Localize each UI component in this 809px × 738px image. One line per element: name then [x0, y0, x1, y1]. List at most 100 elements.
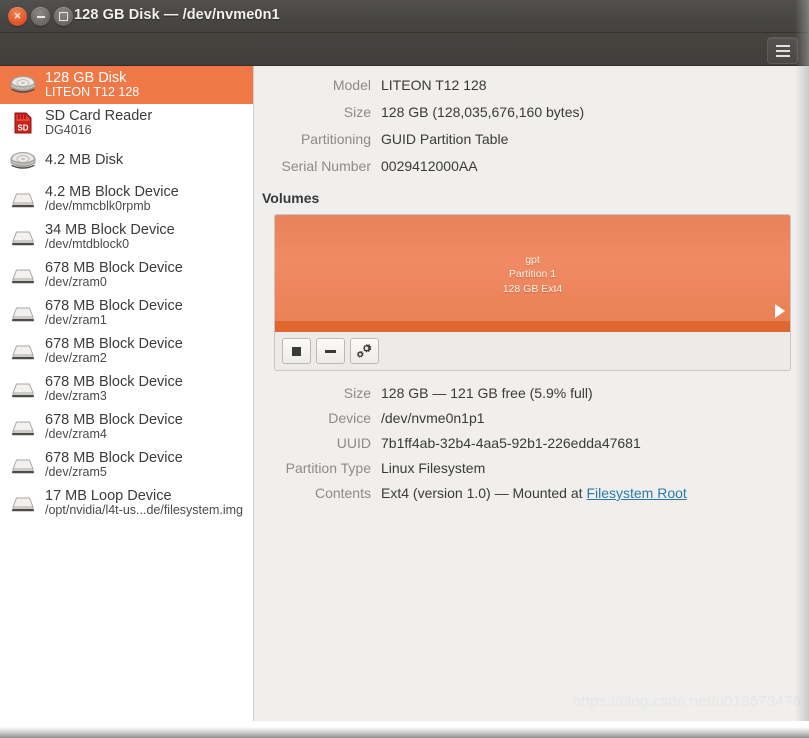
serial-label: Serial Number	[281, 158, 371, 174]
sidebar-item-subtitle: /dev/zram2	[45, 352, 107, 366]
sidebar-item-6[interactable]: 678 MB Block Device/dev/zram1	[0, 294, 253, 332]
sidebar-item-1[interactable]: SD SD Card Reader DG4016	[0, 104, 253, 142]
partition-size-fs: 128 GB Ext4	[502, 282, 563, 295]
serial-value: 0029412000AA	[381, 158, 478, 174]
sidebar-item-title: 128 GB Disk	[45, 69, 127, 86]
hard-disk-icon	[10, 76, 36, 93]
model-label: Model	[332, 77, 371, 93]
block-device-icon	[8, 184, 38, 214]
watermark: https://blog.csdn.net/u013673476	[572, 693, 801, 710]
sidebar-item-labels: 678 MB Block Device/dev/zram1	[45, 297, 183, 328]
partitioning-label: Partitioning	[300, 131, 371, 147]
filesystem-root-link[interactable]: Filesystem Root	[586, 485, 686, 501]
block-device-icon	[12, 383, 34, 398]
volumes-heading: Volumes	[262, 190, 320, 206]
sidebar-item-4[interactable]: 34 MB Block Device/dev/mtdblock0	[0, 218, 253, 256]
size-label: Size	[343, 104, 371, 120]
sidebar-item-labels: 128 GB Disk LITEON T12 128	[45, 69, 140, 100]
partition-type-value: Linux Filesystem	[381, 460, 486, 476]
sidebar-item-title: 678 MB Block Device	[45, 297, 183, 314]
block-device-icon	[8, 336, 38, 366]
block-device-icon	[8, 260, 38, 290]
minimize-button[interactable]	[31, 7, 50, 26]
sidebar-item-8[interactable]: 678 MB Block Device/dev/zram3	[0, 370, 253, 408]
partition-device-value: /dev/nvme0n1p1	[381, 410, 485, 426]
disks-window: ✕ 128 GB Disk — /dev/nvme0n1 128 GB Disk…	[0, 0, 809, 738]
sidebar-item-0[interactable]: 128 GB Disk LITEON T12 128	[0, 66, 253, 104]
sidebar-item-7[interactable]: 678 MB Block Device/dev/zram2	[0, 332, 253, 370]
device-sidebar[interactable]: 128 GB Disk LITEON T12 128 SD SD Card Reade…	[0, 66, 254, 721]
partition-device-row: Device /dev/nvme0n1p1	[255, 410, 485, 426]
sidebar-item-11[interactable]: 17 MB Loop Device/opt/nvidia/l4t-us...de…	[0, 484, 253, 522]
sidebar-item-2[interactable]: 4.2 MB Disk	[0, 142, 253, 180]
contents-value: Ext4 (version 1.0) — Mounted at Filesyst…	[381, 485, 687, 501]
unmount-button[interactable]	[282, 338, 311, 364]
sidebar-item-subtitle: /dev/zram5	[45, 466, 107, 480]
block-device-icon	[12, 345, 34, 360]
sidebar-item-title: 34 MB Block Device	[45, 221, 175, 238]
size-value: 128 GB (128,035,676,160 bytes)	[381, 104, 585, 120]
sidebar-item-labels: 17 MB Loop Device/opt/nvidia/l4t-us...de…	[45, 487, 243, 518]
sidebar-item-title: 678 MB Block Device	[45, 449, 183, 466]
drive-partitioning-row: Partitioning GUID Partition Table	[255, 131, 508, 147]
sidebar-item-labels: 678 MB Block Device/dev/zram4	[45, 412, 183, 442]
sidebar-item-title: 17 MB Loop Device	[45, 487, 172, 504]
minus-icon	[325, 349, 336, 353]
partitioning-value: GUID Partition Table	[381, 131, 509, 147]
block-device-icon	[12, 269, 34, 284]
block-device-icon	[12, 231, 34, 246]
partition-device-label: Device	[328, 410, 371, 426]
sidebar-item-title: SD Card Reader	[45, 107, 153, 124]
detail-pane: Model LITEON T12 128 Size 128 GB (128,03…	[255, 66, 809, 721]
sidebar-item-title: 678 MB Block Device	[45, 259, 183, 276]
sidebar-item-subtitle: LITEON T12 128	[45, 86, 140, 100]
block-device-icon	[12, 193, 34, 208]
drive-serial-row: Serial Number 0029412000AA	[255, 158, 478, 174]
sidebar-item-subtitle: DG4016	[45, 124, 92, 138]
svg-text:SD: SD	[17, 124, 28, 133]
close-button[interactable]: ✕	[8, 7, 27, 26]
maximize-button[interactable]	[54, 7, 73, 26]
sidebar-item-title: 678 MB Block Device	[45, 335, 183, 352]
sidebar-item-subtitle: /dev/mmcblk0rpmb	[45, 200, 151, 214]
hamburger-menu-icon[interactable]	[767, 37, 798, 64]
sidebar-item-labels: 678 MB Block Device/dev/zram2	[45, 335, 183, 366]
sidebar-item-5[interactable]: 678 MB Block Device/dev/zram0	[0, 256, 253, 294]
contents-label: Contents	[314, 485, 371, 501]
sidebar-item-labels: SD Card Reader DG4016	[45, 107, 153, 138]
header-bar	[0, 33, 809, 66]
partition-size-row: Size 128 GB — 121 GB free (5.9% full)	[255, 385, 593, 401]
block-device-icon	[12, 307, 34, 322]
sidebar-item-subtitle: /dev/zram4	[45, 428, 107, 442]
model-value: LITEON T12 128	[381, 77, 487, 93]
sidebar-item-9[interactable]: 678 MB Block Device/dev/zram4	[0, 408, 253, 446]
sidebar-item-10[interactable]: 678 MB Block Device/dev/zram5	[0, 446, 253, 484]
partition-block[interactable]: gpt Partition 1 128 GB Ext4	[275, 215, 790, 333]
usage-bar	[275, 321, 790, 332]
partition-uuid-row: UUID 7b1ff4ab-32b4-4aa5-92b1-226edda4768…	[255, 435, 641, 451]
partition-uuid-label: UUID	[336, 435, 371, 451]
window-title: 128 GB Disk — /dev/nvme0n1	[74, 7, 280, 23]
window-bottom-shadow	[0, 721, 809, 738]
play-triangle-icon	[775, 304, 785, 318]
partition-contents-row: Contents Ext4 (version 1.0) — Mounted at…	[255, 485, 687, 501]
block-device-icon	[8, 222, 38, 252]
block-device-icon	[8, 450, 38, 480]
partition-uuid-value: 7b1ff4ab-32b4-4aa5-92b1-226edda47681	[381, 435, 641, 451]
sidebar-item-title: 4.2 MB Block Device	[45, 183, 179, 200]
delete-partition-button[interactable]	[316, 338, 345, 364]
hard-disk-icon	[8, 146, 38, 176]
block-device-icon	[8, 374, 38, 404]
sidebar-item-labels: 4.2 MB Block Device/dev/mmcblk0rpmb	[45, 183, 179, 214]
drive-model-row: Model LITEON T12 128	[255, 77, 487, 93]
sidebar-item-3[interactable]: 4.2 MB Block Device/dev/mmcblk0rpmb	[0, 180, 253, 218]
title-bar: ✕ 128 GB Disk — /dev/nvme0n1	[0, 0, 809, 33]
partition-number: Partition 1	[508, 268, 557, 281]
block-device-icon	[8, 488, 38, 518]
sidebar-item-subtitle: /dev/zram0	[45, 276, 107, 290]
more-actions-button[interactable]	[350, 338, 379, 364]
sidebar-item-subtitle: /dev/zram3	[45, 390, 107, 404]
sidebar-item-title: 678 MB Block Device	[45, 373, 183, 390]
stop-square-icon	[292, 346, 301, 356]
partition-scheme: gpt	[525, 254, 540, 266]
